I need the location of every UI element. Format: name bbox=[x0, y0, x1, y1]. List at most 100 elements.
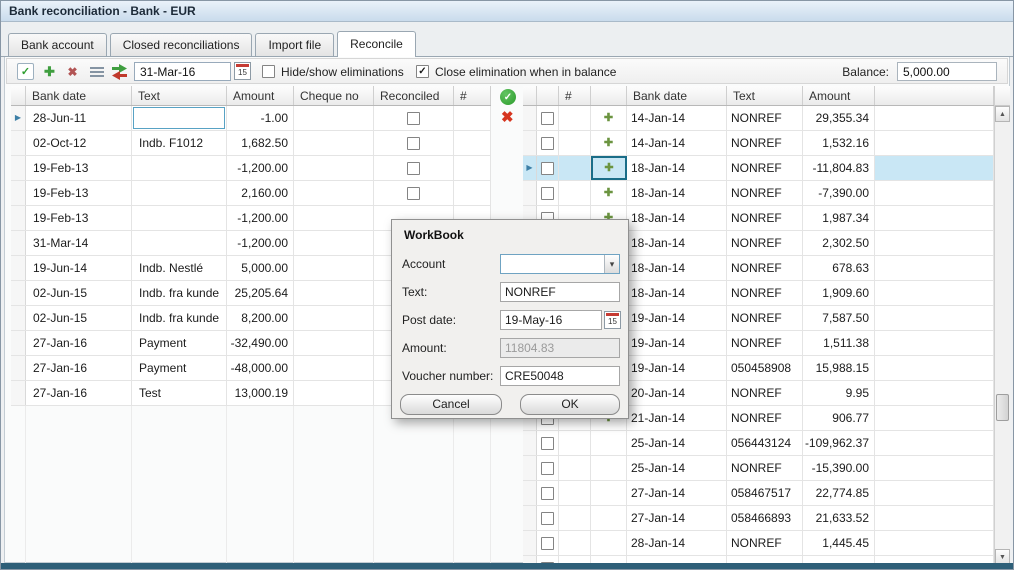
add-cell: ✚ bbox=[591, 106, 627, 130]
amount-cell: 13,000.19 bbox=[227, 381, 294, 405]
column-header[interactable] bbox=[875, 86, 994, 105]
text-input[interactable]: NONREF bbox=[500, 282, 620, 302]
select-checkbox[interactable] bbox=[541, 111, 554, 125]
column-header[interactable]: Text bbox=[727, 86, 803, 105]
table-row[interactable]: ▶ ✚ 18-Jan-14 NONREF -11,804.83 bbox=[523, 156, 994, 181]
text-label: Text: bbox=[402, 285, 428, 299]
table-row[interactable]: 28-Jan-14 NONREF 1,445.45 bbox=[523, 531, 994, 556]
add-cell bbox=[591, 506, 627, 530]
tab-bank-account[interactable]: Bank account bbox=[8, 33, 107, 56]
select-checkbox[interactable] bbox=[541, 511, 554, 525]
text-cell bbox=[132, 206, 227, 230]
delete-icon[interactable]: ✖ bbox=[64, 63, 81, 80]
amount-cell: 9.95 bbox=[803, 381, 875, 405]
chevron-down-icon[interactable]: ▾ bbox=[604, 255, 619, 273]
bank-date-cell: 02-Jun-15 bbox=[26, 306, 132, 330]
text-edit-input[interactable] bbox=[133, 107, 225, 129]
column-header[interactable] bbox=[523, 86, 537, 105]
reconciled-cell bbox=[374, 156, 454, 180]
column-header[interactable]: Text bbox=[132, 86, 227, 105]
column-header[interactable] bbox=[537, 86, 559, 105]
auto-match-icon[interactable] bbox=[111, 63, 128, 80]
table-row[interactable]: 19-Feb-13 -1,200.00 bbox=[11, 156, 491, 181]
column-header[interactable] bbox=[11, 86, 26, 105]
cheque-no-cell bbox=[294, 156, 374, 180]
column-header[interactable]: Bank date bbox=[26, 86, 132, 105]
voucher-number-input[interactable]: CRE50048 bbox=[500, 366, 620, 386]
scrollbar-header-spacer bbox=[995, 86, 1010, 106]
add-entry-icon[interactable]: ✚ bbox=[604, 162, 613, 174]
add-entry-icon[interactable]: ✚ bbox=[604, 112, 613, 124]
select-checkbox[interactable] bbox=[541, 536, 554, 550]
post-date-input[interactable]: 19-May-16 bbox=[500, 310, 602, 330]
column-header[interactable]: Amount bbox=[227, 86, 294, 105]
calendar-button[interactable]: 15 bbox=[234, 62, 251, 80]
dialog-calendar-button[interactable]: 15 bbox=[604, 311, 621, 329]
text-cell: NONREF bbox=[727, 281, 803, 305]
column-header[interactable]: Cheque no bbox=[294, 86, 374, 105]
list-icon[interactable] bbox=[88, 63, 105, 80]
column-header[interactable]: # bbox=[454, 86, 491, 105]
current-row-arrow: ▶ bbox=[526, 163, 533, 172]
table-row[interactable]: 02-Oct-12 Indb. F1012 1,682.50 bbox=[11, 131, 491, 156]
reconciliation-date-input[interactable]: 31-Mar-16 bbox=[134, 62, 231, 81]
text-cell: Indb. fra kunde bbox=[132, 281, 227, 305]
add-entry-icon[interactable]: ✚ bbox=[604, 187, 613, 199]
table-row[interactable]: 27-Jan-14 058466893 21,633.52 bbox=[523, 506, 994, 531]
table-row[interactable]: ✚ 14-Jan-14 NONREF 29,355.34 bbox=[523, 106, 994, 131]
reconciled-checkbox[interactable] bbox=[407, 111, 420, 125]
select-checkbox[interactable] bbox=[541, 186, 554, 200]
text-cell bbox=[132, 231, 227, 255]
tab-reconcile[interactable]: Reconcile bbox=[337, 31, 416, 57]
column-header[interactable] bbox=[591, 86, 627, 105]
column-header[interactable]: Amount bbox=[803, 86, 875, 105]
hash-cell bbox=[559, 106, 591, 130]
tab-import-file[interactable]: Import file bbox=[255, 33, 335, 56]
reconciled-checkbox[interactable] bbox=[407, 161, 420, 175]
select-checkbox[interactable] bbox=[541, 461, 554, 475]
cancel-button[interactable]: Cancel bbox=[400, 394, 502, 415]
row-selector bbox=[523, 106, 537, 130]
bank-date-cell: 18-Jan-14 bbox=[627, 256, 727, 280]
account-combobox[interactable]: ▾ bbox=[500, 254, 620, 274]
add-icon[interactable]: ✚ bbox=[41, 63, 58, 80]
table-row[interactable]: 19-Feb-13 2,160.00 bbox=[11, 181, 491, 206]
trailing-cell bbox=[875, 306, 994, 330]
column-header[interactable]: # bbox=[559, 86, 591, 105]
reconciled-checkbox[interactable] bbox=[407, 136, 420, 150]
amount-cell: 15,988.15 bbox=[803, 356, 875, 380]
ok-button[interactable]: OK bbox=[520, 394, 620, 415]
row-selector bbox=[11, 256, 26, 280]
column-header[interactable]: Bank date bbox=[627, 86, 727, 105]
unmatch-icon[interactable]: ✖ bbox=[501, 108, 514, 126]
column-header[interactable]: Reconciled bbox=[374, 86, 454, 105]
select-checkbox[interactable] bbox=[541, 436, 554, 450]
bank-date-cell: 25-Jan-14 bbox=[627, 456, 727, 480]
reconciled-checkbox[interactable] bbox=[407, 186, 420, 200]
balance-field: 5,000.00 bbox=[897, 62, 997, 81]
scrollbar-thumb[interactable] bbox=[996, 394, 1009, 421]
table-row[interactable]: 27-Jan-14 058467517 22,774.85 bbox=[523, 481, 994, 506]
match-ok-icon[interactable]: ✓ bbox=[500, 89, 516, 105]
tab-closed-reconciliations[interactable]: Closed reconciliations bbox=[109, 33, 253, 56]
table-row[interactable]: ✚ 14-Jan-14 NONREF 1,532.16 bbox=[523, 131, 994, 156]
table-row[interactable]: 25-Jan-14 056443124 -109,962.37 bbox=[523, 431, 994, 456]
text-cell: NONREF bbox=[727, 306, 803, 330]
cheque-no-cell bbox=[294, 106, 374, 130]
trailing-cell bbox=[875, 456, 994, 480]
select-checkbox[interactable] bbox=[541, 136, 554, 150]
table-row[interactable]: ✚ 18-Jan-14 NONREF -7,390.00 bbox=[523, 181, 994, 206]
hide-show-eliminations-checkbox[interactable] bbox=[262, 65, 275, 78]
close-elimination-checkbox[interactable]: ✓ bbox=[416, 65, 429, 78]
select-checkbox[interactable] bbox=[541, 161, 554, 175]
cheque-no-cell bbox=[294, 331, 374, 355]
table-row[interactable]: ▶ 28-Jun-11 -1.00 bbox=[11, 106, 491, 131]
select-checkbox[interactable] bbox=[541, 486, 554, 500]
add-entry-icon[interactable]: ✚ bbox=[604, 137, 613, 149]
vertical-scrollbar[interactable]: ▲ ▼ bbox=[994, 86, 1010, 565]
amount-cell: -7,390.00 bbox=[803, 181, 875, 205]
validate-icon[interactable]: ✓ bbox=[17, 63, 34, 80]
scroll-up-button[interactable]: ▲ bbox=[995, 106, 1010, 122]
table-row[interactable]: 25-Jan-14 NONREF -15,390.00 bbox=[523, 456, 994, 481]
bank-date-cell: 20-Jan-14 bbox=[627, 381, 727, 405]
